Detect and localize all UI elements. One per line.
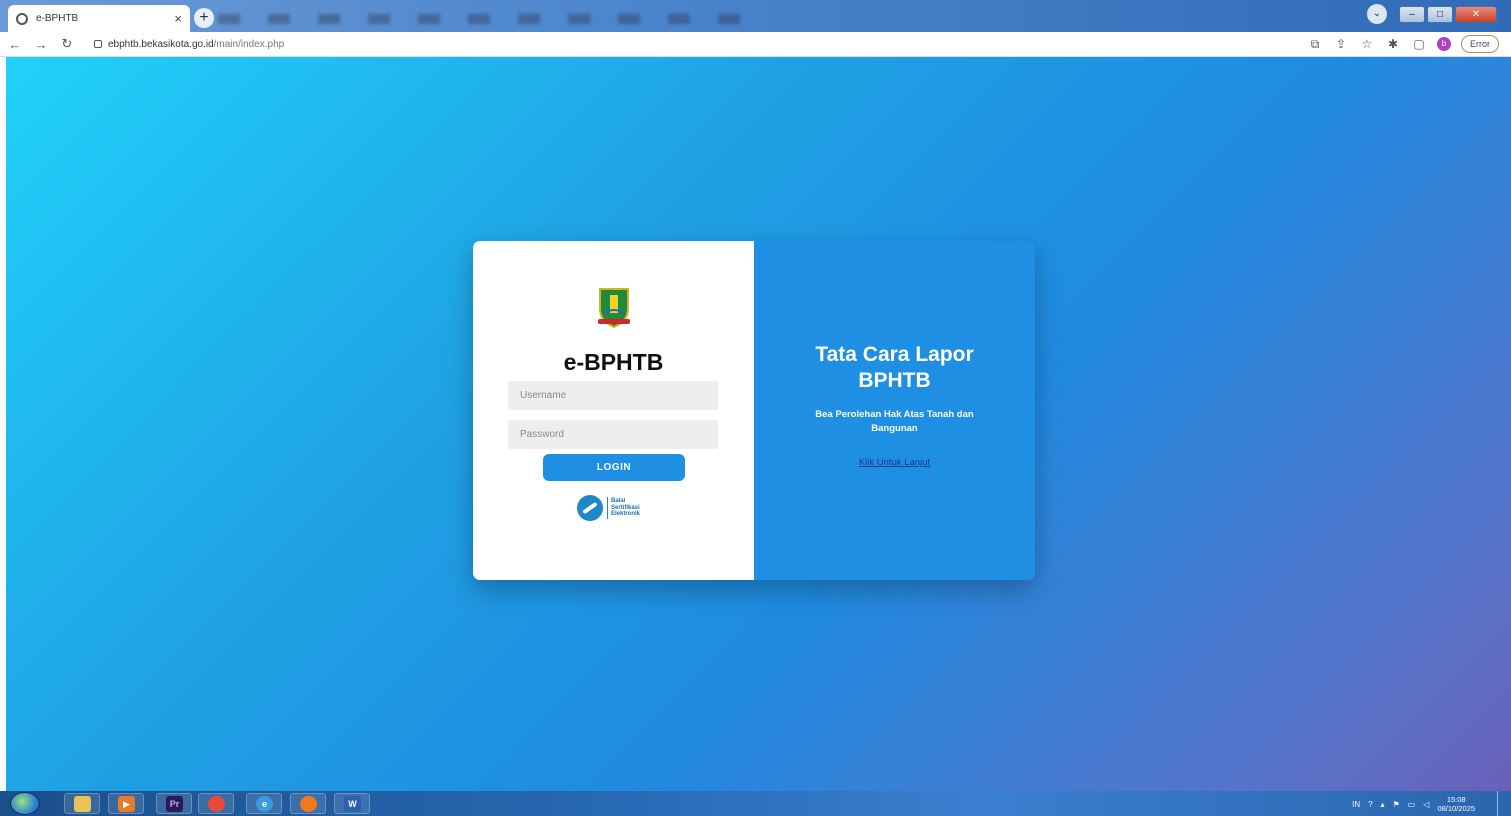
info-title: Tata Cara Lapor BPHTB	[754, 342, 1035, 394]
password-input[interactable]	[508, 420, 718, 449]
forward-icon[interactable]: →	[30, 37, 52, 52]
maximize-button[interactable]: □	[1427, 5, 1453, 23]
minimize-button[interactable]: –	[1399, 5, 1425, 23]
error-button[interactable]: Error	[1461, 35, 1499, 53]
flag-icon[interactable]: ⚑	[1393, 800, 1400, 809]
clock-date: 08/10/2025	[1437, 804, 1475, 813]
translate-icon[interactable]: ⧉	[1307, 37, 1323, 52]
help-icon[interactable]: ?	[1368, 800, 1372, 809]
share-icon[interactable]: ⇪	[1333, 37, 1349, 51]
tab-title: e-BPHTB	[36, 13, 79, 24]
extensions-icon[interactable]: ✱	[1385, 37, 1401, 51]
browser-tab-strip: e-BPHTB × + ⌄ – □ ✕	[0, 0, 1511, 32]
page-background: e-BPHTB LOGIN Balai Sertifikasi Elektron…	[0, 57, 1511, 791]
blurred-tabs	[218, 14, 748, 24]
continue-link[interactable]: Klik Untuk Lanjut	[754, 457, 1035, 468]
star-icon[interactable]: ☆	[1359, 37, 1375, 51]
language-indicator[interactable]: IN	[1352, 800, 1360, 809]
address-bar[interactable]: ebphtb.bekasikota.go.id/main/index.php	[108, 39, 284, 50]
firefox-icon	[300, 796, 317, 812]
chrome-taskbar-button[interactable]	[198, 793, 234, 814]
premiere-icon: Pr	[166, 796, 183, 812]
os-taskbar: ▶ Pr e W IN ? ▴ ⚑ ▭ ◁ 15:08 08/10/2025	[0, 791, 1511, 816]
info-panel: Tata Cara Lapor BPHTB Bea Perolehan Hak …	[754, 241, 1035, 580]
info-title-line-2: BPHTB	[858, 369, 931, 392]
network-icon[interactable]: ▭	[1408, 800, 1416, 809]
clock[interactable]: 15:08 08/10/2025	[1437, 795, 1475, 813]
lock-icon[interactable]	[94, 40, 102, 48]
play-icon: ▶	[118, 796, 135, 812]
city-emblem-icon	[598, 288, 630, 329]
tray-arrow-icon[interactable]: ▴	[1381, 800, 1385, 809]
ie-icon: e	[256, 796, 273, 812]
tab-search-icon[interactable]: ⌄	[1367, 4, 1387, 24]
url-domain: ebphtb.bekasikota.go.id	[108, 38, 214, 50]
firefox-taskbar-button[interactable]	[290, 793, 326, 814]
word-icon: W	[344, 796, 361, 812]
back-icon[interactable]: ←	[4, 37, 26, 52]
app-title: e-BPHTB	[563, 349, 664, 375]
window-controls: ⌄ – □ ✕	[1367, 4, 1497, 24]
new-tab-button[interactable]: +	[194, 8, 214, 28]
tab-close-icon[interactable]: ×	[174, 11, 182, 26]
explorer-taskbar-button[interactable]	[64, 793, 100, 814]
close-window-button[interactable]: ✕	[1455, 5, 1497, 23]
left-edge	[0, 57, 6, 791]
globe-icon	[16, 12, 28, 25]
profile-avatar[interactable]: b	[1437, 37, 1451, 51]
clock-time: 15:08	[1446, 795, 1466, 804]
info-title-line-1: Tata Cara Lapor	[815, 343, 974, 366]
toolbar-actions: ⧉ ⇪ ☆ ✱ ▢ b Error	[1307, 35, 1499, 53]
premiere-taskbar-button[interactable]: Pr	[156, 793, 192, 814]
bsre-logo-text: Balai Sertifikasi Elektronik	[611, 498, 640, 518]
chrome-icon	[208, 796, 225, 812]
volume-icon[interactable]: ◁	[1423, 800, 1429, 809]
show-desktop-button[interactable]	[1497, 791, 1511, 816]
username-input[interactable]	[508, 381, 718, 410]
reload-icon[interactable]: ↻	[56, 36, 78, 52]
start-button[interactable]	[10, 792, 40, 815]
word-taskbar-button[interactable]: W	[334, 793, 370, 814]
login-panel: e-BPHTB LOGIN Balai Sertifikasi Elektron…	[473, 241, 754, 580]
browser-tab[interactable]: e-BPHTB ×	[8, 5, 190, 32]
browser-toolbar: ← → ↻ ebphtb.bekasikota.go.id/main/index…	[0, 32, 1511, 57]
login-button[interactable]: LOGIN	[543, 454, 685, 481]
bsre-logo: Balai Sertifikasi Elektronik	[577, 495, 640, 521]
folder-icon	[74, 796, 91, 812]
url-path: /main/index.php	[213, 38, 285, 50]
side-panel-icon[interactable]: ▢	[1411, 37, 1427, 51]
login-card: e-BPHTB LOGIN Balai Sertifikasi Elektron…	[473, 241, 1035, 580]
system-tray: IN ? ▴ ⚑ ▭ ◁ 15:08 08/10/2025	[1352, 795, 1475, 813]
info-subtitle: Bea Perolehan Hak Atas Tanah dan Banguna…	[815, 409, 974, 434]
ie-taskbar-button[interactable]: e	[246, 793, 282, 814]
media-player-taskbar-button[interactable]: ▶	[108, 793, 144, 814]
bsre-logo-icon	[577, 495, 603, 521]
bsre-line-3: Elektronik	[611, 511, 641, 518]
bsre-divider	[607, 497, 608, 519]
